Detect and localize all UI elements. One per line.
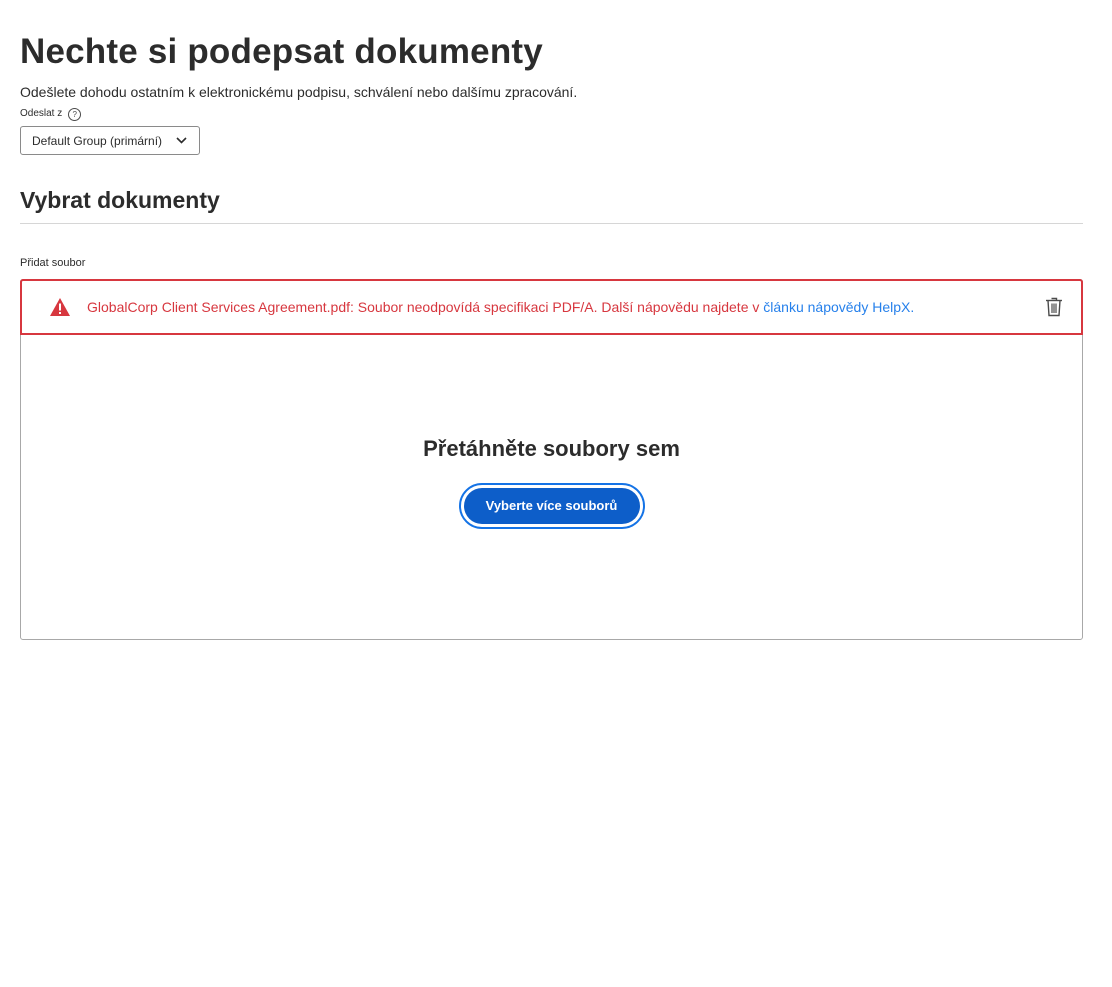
page-title: Nechte si podepsat dokumenty	[20, 32, 543, 71]
chevron-down-icon	[175, 135, 187, 147]
error-message-text: GlobalCorp Client Services Agreement.pdf…	[87, 299, 764, 315]
select-files-button[interactable]: Vyberte více souborů	[463, 488, 640, 524]
send-from-selected-value: Default Group (primární)	[32, 133, 163, 148]
trash-icon[interactable]	[1043, 296, 1065, 318]
section-divider	[20, 223, 1083, 224]
page: Nechte si podepsat dokumenty Odešlete do…	[0, 0, 1112, 987]
question-circle-icon[interactable]: ?	[68, 107, 82, 121]
file-error-banner: GlobalCorp Client Services Agreement.pdf…	[20, 279, 1083, 335]
alert-triangle-icon	[49, 297, 71, 317]
file-error-message: GlobalCorp Client Services Agreement.pdf…	[87, 298, 1043, 316]
add-file-label: Přidat soubor	[20, 257, 86, 269]
drop-zone-title: Přetáhněte soubory sem	[423, 436, 680, 461]
section-title: Vybrat dokumenty	[20, 187, 220, 213]
file-upload-area[interactable]: GlobalCorp Client Services Agreement.pdf…	[20, 279, 1083, 640]
select-files-focus-ring: Vyberte více souborů	[458, 483, 645, 529]
send-from-dropdown[interactable]: Default Group (primární)	[20, 126, 200, 155]
drop-zone: Přetáhněte soubory sem Vyberte více soub…	[21, 435, 1082, 529]
send-from-label: Odeslat z	[20, 108, 63, 119]
send-from-label-row: Odeslat z ?	[20, 107, 1083, 121]
page-subtitle: Odešlete dohodu ostatním k elektronickém…	[20, 84, 578, 100]
helpx-article-link[interactable]: článku nápovědy HelpX.	[763, 299, 914, 315]
